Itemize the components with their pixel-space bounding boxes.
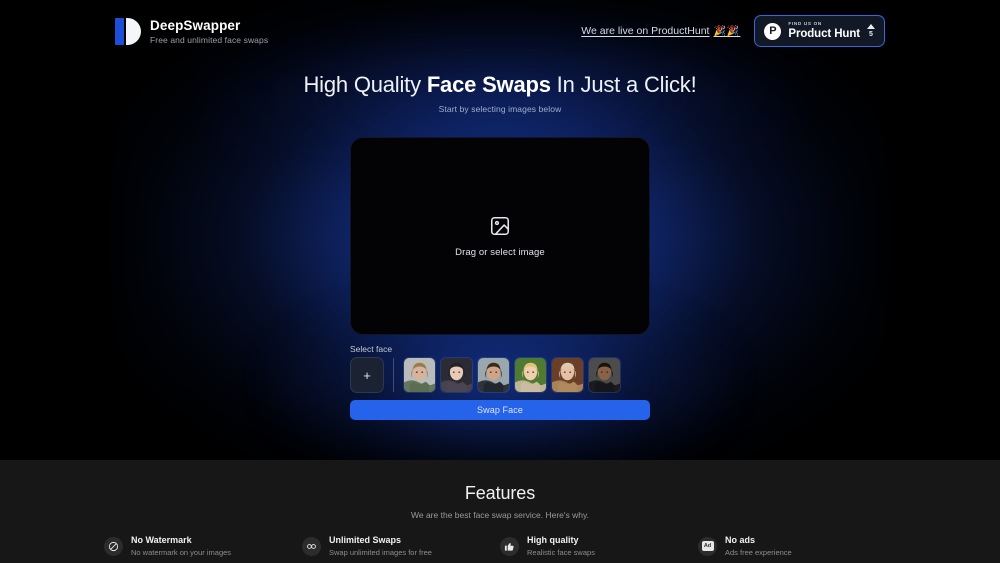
features-title: Features — [0, 483, 1000, 504]
infinity-icon — [302, 537, 321, 556]
producthunt-logo-icon: P — [764, 23, 781, 40]
hero-title-suffix: In Just a Click! — [551, 72, 697, 97]
feature-name: Unlimited Swaps — [329, 535, 432, 545]
face-thumbnail-2[interactable] — [440, 357, 473, 393]
face-thumbnail-6[interactable] — [588, 357, 621, 393]
brand-text: DeepSwapper Free and unlimited face swap… — [150, 18, 268, 45]
deepswapper-logo-icon — [115, 18, 141, 45]
face-picker-divider — [393, 358, 394, 392]
feature-text: No Watermark No watermark on your images — [131, 535, 231, 557]
page-title: High Quality Face Swaps In Just a Click! — [0, 72, 1000, 98]
caret-up-icon — [867, 24, 875, 29]
celebration-emoji-icon: 🎉🎉 — [713, 26, 740, 37]
hero-title-prefix: High Quality — [303, 72, 426, 97]
no-watermark-icon — [104, 537, 123, 556]
thumbs-up-icon — [500, 537, 519, 556]
brand-tagline: Free and unlimited face swaps — [150, 35, 268, 45]
dropzone-label: Drag or select image — [455, 247, 545, 258]
producthunt-link-label: We are live on ProductHunt — [581, 25, 709, 37]
image-placeholder-icon — [489, 215, 511, 237]
face-picker-row: + — [350, 357, 650, 393]
add-face-button[interactable]: + — [350, 357, 384, 393]
face-thumbnail-5[interactable] — [551, 357, 584, 393]
feature-name: High quality — [527, 535, 595, 545]
hero-subtitle: Start by selecting images below — [0, 104, 1000, 114]
producthunt-badge[interactable]: P FIND US ON Product Hunt 5 — [754, 15, 885, 47]
feature-text: No ads Ads free experience — [725, 535, 792, 557]
feature-text: Unlimited Swaps Swap unlimited images for… — [329, 535, 432, 557]
face-thumbnail-list — [403, 357, 621, 393]
header-right: We are live on ProductHunt 🎉🎉 P FIND US … — [581, 15, 885, 47]
features-subtitle: We are the best face swap service. Here'… — [0, 510, 1000, 520]
features-list: No Watermark No watermark on your images U… — [0, 535, 1000, 557]
hero-copy: High Quality Face Swaps In Just a Click!… — [0, 72, 1000, 114]
producthunt-upvote[interactable]: 5 — [867, 24, 875, 38]
feature-text: High quality Realistic face swaps — [527, 535, 595, 557]
producthunt-badge-text: FIND US ON Product Hunt — [788, 22, 860, 40]
brand-logo[interactable]: DeepSwapper Free and unlimited face swap… — [115, 18, 268, 45]
face-thumbnail-4[interactable] — [514, 357, 547, 393]
feature-item: Unlimited Swaps Swap unlimited images for… — [302, 535, 500, 557]
ad-label: Ad — [702, 541, 714, 551]
site-header: DeepSwapper Free and unlimited face swap… — [0, 0, 1000, 62]
feature-description: Realistic face swaps — [527, 548, 595, 557]
feature-description: Ads free experience — [725, 548, 792, 557]
page-root: DeepSwapper Free and unlimited face swap… — [0, 0, 1000, 563]
feature-item: Ad No ads Ads free experience — [698, 535, 896, 557]
feature-description: No watermark on your images — [131, 548, 231, 557]
producthunt-live-link[interactable]: We are live on ProductHunt 🎉🎉 — [581, 25, 740, 37]
logo-bar-shape — [115, 18, 124, 45]
feature-name: No ads — [725, 535, 792, 545]
image-dropzone[interactable]: Drag or select image — [350, 137, 650, 335]
producthunt-vote-count: 5 — [869, 31, 873, 38]
features-section: Features We are the best face swap servi… — [0, 460, 1000, 563]
feature-item: High quality Realistic face swaps — [500, 535, 698, 557]
swap-face-button[interactable]: Swap Face — [350, 400, 650, 420]
logo-d-shape — [126, 18, 141, 45]
feature-item: No Watermark No watermark on your images — [104, 535, 302, 557]
face-thumbnail-3[interactable] — [477, 357, 510, 393]
producthunt-badge-small-label: FIND US ON — [788, 22, 860, 27]
feature-name: No Watermark — [131, 535, 231, 545]
ad-badge-icon: Ad — [698, 537, 717, 556]
select-face-label: Select face — [350, 344, 392, 354]
hero-title-highlight: Face Swaps — [427, 72, 551, 97]
brand-name: DeepSwapper — [150, 18, 268, 33]
producthunt-badge-name: Product Hunt — [788, 29, 860, 41]
face-thumbnail-1[interactable] — [403, 357, 436, 393]
feature-description: Swap unlimited images for free — [329, 548, 432, 557]
